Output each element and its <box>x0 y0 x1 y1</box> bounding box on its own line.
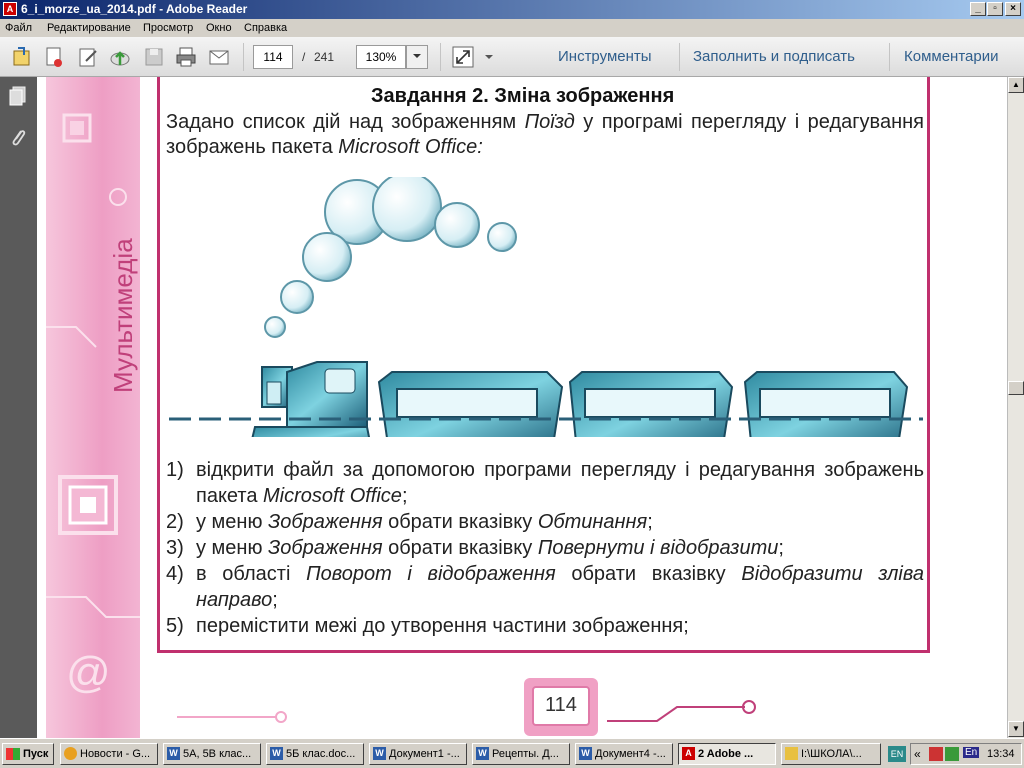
scroll-down-button[interactable]: ▼ <box>1008 721 1024 737</box>
taskbar-item-word[interactable]: W 5Б клас.doc... <box>266 743 364 765</box>
clock[interactable]: 13:34 <box>987 748 1015 760</box>
language-indicator[interactable]: EN <box>888 746 906 762</box>
maximize-button[interactable]: ▫ <box>987 2 1003 16</box>
word-icon: W <box>476 747 489 760</box>
menu-file[interactable]: Файл <box>5 22 32 34</box>
footer-circuit-decoration <box>177 700 756 723</box>
toolbar-menu-icon[interactable] <box>482 45 496 69</box>
page-total: 241 <box>314 50 335 64</box>
menu-bar: Файл Редактирование Просмотр Окно Справк… <box>0 19 1024 37</box>
toolbar-separator <box>889 43 890 71</box>
task-label: Документ1 -... <box>389 748 460 760</box>
page-number-input[interactable]: 114 <box>253 45 293 69</box>
adobe-reader-icon: A <box>3 2 17 16</box>
list-item: 3) у меню Зображення обрати вказівку Пове… <box>166 537 784 559</box>
smoke-puffs <box>264 177 517 338</box>
zoom-input[interactable]: 130% <box>356 45 406 69</box>
network-icon[interactable] <box>929 747 943 761</box>
taskbar-item-word[interactable]: W Документ4 -... <box>575 743 673 765</box>
navigation-pane <box>0 77 37 738</box>
page-side-decoration: @ Мультимедіа <box>46 77 140 738</box>
upload-cloud-icon[interactable] <box>108 45 132 69</box>
email-icon[interactable] <box>207 45 231 69</box>
taskbar-item-chrome[interactable]: Новости - G... <box>60 743 158 765</box>
safely-remove-icon[interactable] <box>945 747 959 761</box>
taskbar-item-word[interactable]: W 5А, 5В клас... <box>163 743 261 765</box>
side-section-title: Мультимедіа <box>108 238 138 393</box>
chrome-icon <box>64 747 77 760</box>
list-item: 2) у меню Зображення обрати вказівку Обти… <box>166 511 653 533</box>
taskbar-item-adobe-reader[interactable]: A 2 Adobe ... <box>678 743 776 765</box>
word-icon: W <box>373 747 386 760</box>
menu-view[interactable]: Просмотр <box>143 22 193 34</box>
list-item: 4) в області Поворот і відображення обрат… <box>166 563 924 611</box>
intro-italic-office: Microsoft Office: <box>338 136 483 158</box>
page-separator: / <box>302 50 306 64</box>
taskbar: Пуск Новости - G... W 5А, 5В клас... W 5… <box>0 738 1024 768</box>
adobe-reader-icon: A <box>682 747 695 760</box>
list-item: 5) перемістити межі до утворення частини … <box>166 615 689 637</box>
folder-icon <box>785 747 798 760</box>
start-button[interactable]: Пуск <box>2 743 54 765</box>
task-label: 5Б клас.doc... <box>286 748 356 760</box>
svg-text:@: @ <box>66 648 111 697</box>
chevron-down-icon <box>413 54 421 58</box>
task-label: Новости - G... <box>80 748 151 760</box>
scroll-thumb[interactable] <box>1008 381 1024 395</box>
taskbar-item-word[interactable]: W Рецепты. Д... <box>472 743 570 765</box>
train-illustration <box>251 177 909 437</box>
menu-edit[interactable]: Редактирование <box>47 22 131 34</box>
word-icon: W <box>167 747 180 760</box>
toolbar-separator <box>679 43 680 71</box>
task-label: I:\ШКОЛА\... <box>801 748 862 760</box>
list-item: 1) відкрити файл за допомогою програми пе… <box>166 459 924 507</box>
windows-logo-icon <box>6 748 20 760</box>
edit-pdf-icon[interactable] <box>76 45 100 69</box>
window-title: 6_i_morze_ua_2014.pdf - Adobe Reader <box>21 2 248 16</box>
minimize-button[interactable]: _ <box>970 2 986 16</box>
attachments-paperclip-icon[interactable] <box>8 127 28 149</box>
close-button[interactable]: × <box>1005 2 1021 16</box>
task-title: Завдання 2. Зміна зображення <box>371 85 675 107</box>
intro-italic-train: Поїзд <box>524 111 575 133</box>
intro-text: Задано список дій над зображенням <box>166 111 525 133</box>
title-bar: A 6_i_morze_ua_2014.pdf - Adobe Reader _… <box>0 0 1024 19</box>
keyboard-layout-indicator[interactable]: En <box>963 747 980 758</box>
document-view[interactable]: @ Мультимедіа Завдання 2. Зміна зображен… <box>37 77 1007 738</box>
fit-page-icon[interactable] <box>451 45 475 69</box>
tools-button[interactable]: Инструменты <box>558 48 652 65</box>
word-icon: W <box>270 747 283 760</box>
taskbar-item-folder[interactable]: I:\ШКОЛА\... <box>781 743 881 765</box>
taskbar-item-word[interactable]: W Документ1 -... <box>369 743 467 765</box>
toolbar-separator <box>243 43 244 71</box>
tray-expand-icon[interactable]: « <box>914 747 921 761</box>
rail-track <box>169 417 923 421</box>
vertical-scrollbar[interactable]: ▲ ▼ <box>1007 77 1024 738</box>
create-pdf-icon[interactable] <box>42 45 66 69</box>
task-label: Документ4 -... <box>595 748 666 760</box>
task-intro: Задано список дій над зображенням Поїзд … <box>166 110 924 160</box>
task-label: 2 Adobe ... <box>698 748 754 760</box>
task-label: Рецепты. Д... <box>492 748 559 760</box>
system-tray: « En 13:34 <box>910 743 1022 765</box>
toolbar: 114 / 241 130% Инструменты Заполнить и п… <box>0 37 1024 77</box>
side-pattern-decoration: @ <box>46 113 140 697</box>
save-icon[interactable] <box>142 45 166 69</box>
open-file-icon[interactable] <box>10 45 34 69</box>
menu-window[interactable]: Окно <box>206 22 232 34</box>
print-icon[interactable] <box>174 45 198 69</box>
page-number-badge: 114 <box>524 678 598 736</box>
word-icon: W <box>579 747 592 760</box>
task-label: 5А, 5В клас... <box>183 748 252 760</box>
scroll-up-button[interactable]: ▲ <box>1008 77 1024 93</box>
fill-sign-button[interactable]: Заполнить и подписать <box>693 48 855 65</box>
pages-thumbnail-icon[interactable] <box>8 85 28 107</box>
comments-button[interactable]: Комментарии <box>904 48 998 65</box>
page-number: 114 <box>532 686 590 726</box>
toolbar-separator <box>440 43 441 71</box>
zoom-dropdown-button[interactable] <box>406 45 428 69</box>
start-label: Пуск <box>23 748 49 760</box>
menu-help[interactable]: Справка <box>244 22 287 34</box>
steps-list: 1) відкрити файл за допомогою програми пе… <box>166 457 924 639</box>
